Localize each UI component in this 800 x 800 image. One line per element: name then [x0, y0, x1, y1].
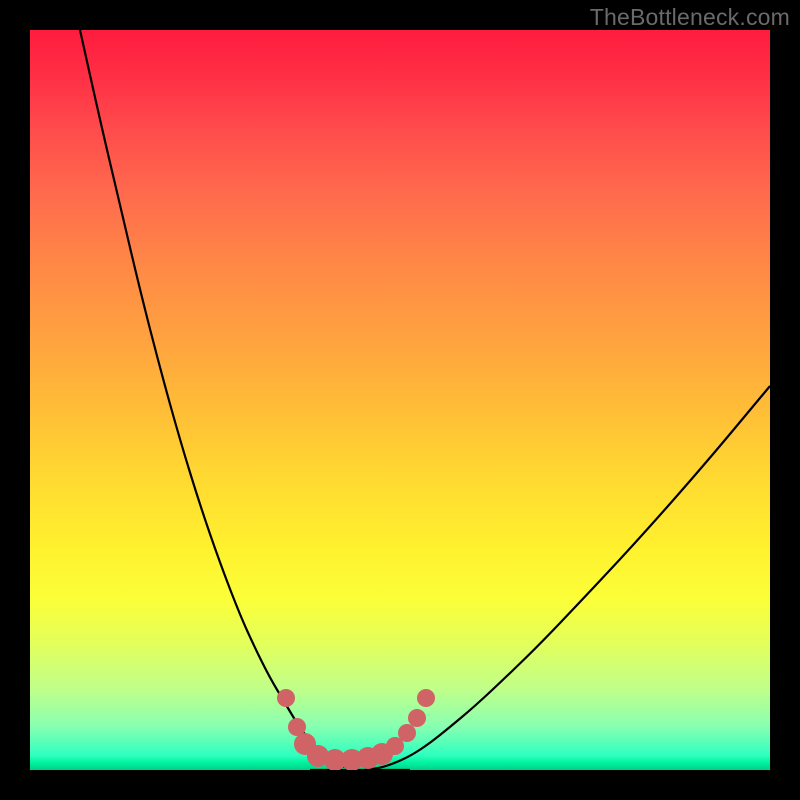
- markers-group: [277, 689, 435, 770]
- chart-frame: TheBottleneck.com: [0, 0, 800, 800]
- curve-left: [80, 30, 358, 770]
- marker-dot: [408, 709, 426, 727]
- chart-svg: [30, 30, 770, 770]
- marker-dot: [417, 689, 435, 707]
- right-curve-path: [365, 386, 770, 770]
- left-curve-path: [80, 30, 358, 770]
- curve-right: [365, 386, 770, 770]
- watermark: TheBottleneck.com: [590, 4, 790, 31]
- marker-dot: [398, 724, 416, 742]
- marker-dot: [277, 689, 295, 707]
